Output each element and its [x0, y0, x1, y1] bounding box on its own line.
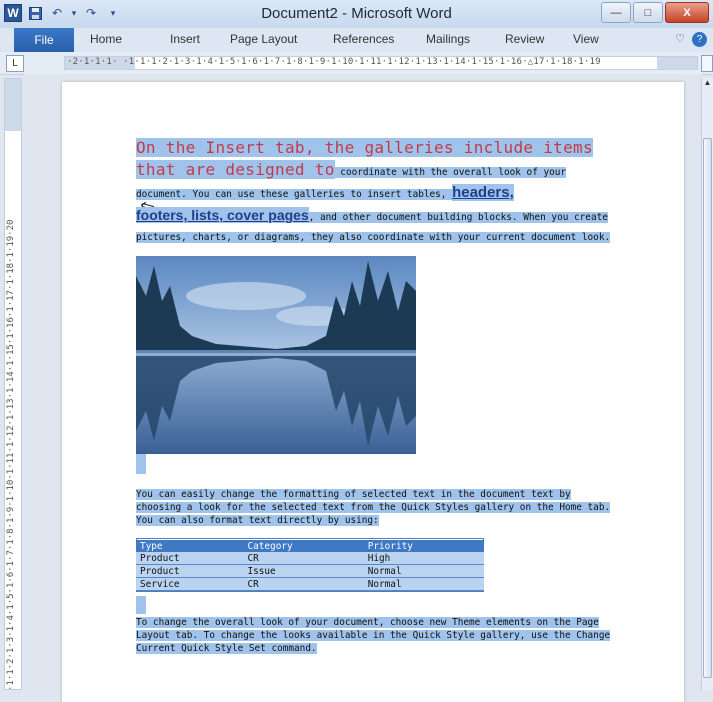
horizontal-ruler-scale: ·2·1·1·1· ·1·1·1·2·1·3·1·4·1·5·1·6·1·7·1…: [67, 57, 601, 67]
document-area[interactable]: ⇖ On the Insert tab, the galleries inclu…: [24, 74, 702, 702]
tab-page-layout[interactable]: Page Layout: [230, 32, 297, 46]
tab-mailings[interactable]: Mailings: [426, 32, 470, 46]
table-cell[interactable]: High: [363, 552, 484, 565]
paragraph-insert-tab[interactable]: On the Insert tab, the galleries include…: [136, 138, 616, 247]
selection-marker: [136, 454, 146, 474]
table-cell[interactable]: CR: [243, 577, 364, 591]
ribbon-collapse-icon[interactable]: ♡: [675, 32, 685, 45]
tab-insert[interactable]: Insert: [170, 32, 200, 46]
table-header-cell[interactable]: Type: [136, 540, 244, 552]
view-ruler-toggle[interactable]: [701, 55, 713, 72]
close-button[interactable]: X: [665, 2, 709, 23]
table-cell[interactable]: Normal: [363, 564, 484, 578]
minimize-button[interactable]: —: [601, 2, 631, 23]
table-cell[interactable]: Issue: [243, 564, 364, 578]
scrollbar-thumb[interactable]: [703, 138, 712, 678]
title-bar: W ↶ ▾ ↷ ▾ Document2 - Microsoft Word — □…: [0, 0, 713, 29]
table-header-cell[interactable]: Priority: [363, 540, 484, 552]
tab-view[interactable]: View: [573, 32, 599, 46]
vertical-ruler-scale: ·1·1·2·1·3·1·4·1·5·1·6·1·7·1·8·1·9·1·10·…: [6, 219, 16, 690]
ribbon-tabs: File Home Insert Page Layout References …: [0, 28, 713, 53]
maximize-button[interactable]: □: [633, 2, 663, 23]
table-row: Service CR Normal: [136, 577, 484, 591]
tab-home[interactable]: Home: [90, 32, 122, 46]
table-cell[interactable]: Product: [136, 552, 244, 565]
scroll-up-icon[interactable]: ▲: [702, 78, 713, 92]
tab-file[interactable]: File: [14, 28, 74, 52]
tab-selector-button[interactable]: L: [6, 55, 24, 72]
tab-references[interactable]: References: [333, 32, 394, 46]
table-cell[interactable]: Normal: [363, 577, 484, 591]
table-cell[interactable]: CR: [243, 552, 364, 565]
table-row: Product CR High: [136, 552, 484, 565]
paragraph-theme-text: To change the overall look of your docum…: [136, 617, 611, 654]
table-cell[interactable]: Service: [136, 577, 244, 591]
link-footers-lists-cover-pages[interactable]: footers, lists, cover pages: [136, 207, 309, 223]
lake-photo[interactable]: [136, 256, 416, 454]
vertical-scrollbar[interactable]: ▲: [701, 78, 713, 690]
help-icon[interactable]: ?: [692, 32, 707, 47]
ruler-margin-right: [657, 57, 697, 69]
paragraph-formatting[interactable]: You can easily change the formatting of …: [136, 488, 612, 527]
tab-review[interactable]: Review: [505, 32, 544, 46]
horizontal-ruler[interactable]: ·2·1·1·1· ·1·1·1·2·1·3·1·4·1·5·1·6·1·7·1…: [64, 56, 698, 70]
vertical-ruler[interactable]: ·1·1·2·1·3·1·4·1·5·1·6·1·7·1·8·1·9·1·10·…: [4, 78, 22, 690]
table-row: Product Issue Normal: [136, 564, 484, 578]
data-table[interactable]: Type Category Priority Product CR High P…: [136, 540, 484, 591]
table-cell[interactable]: Product: [136, 564, 244, 578]
document-page[interactable]: ⇖ On the Insert tab, the galleries inclu…: [62, 82, 684, 702]
table-header-cell[interactable]: Category: [243, 540, 364, 552]
table-header-row: Type Category Priority: [136, 540, 484, 552]
link-headers[interactable]: headers,: [452, 184, 514, 201]
paragraph-formatting-text: You can easily change the formatting of …: [136, 489, 611, 526]
selection-marker: [136, 596, 146, 614]
ruler-row: L ·2·1·1·1· ·1·1·1·2·1·3·1·4·1·5·1·6·1·7…: [0, 52, 713, 75]
window-controls: — □ X: [601, 2, 709, 23]
paragraph-theme[interactable]: To change the overall look of your docum…: [136, 616, 616, 655]
